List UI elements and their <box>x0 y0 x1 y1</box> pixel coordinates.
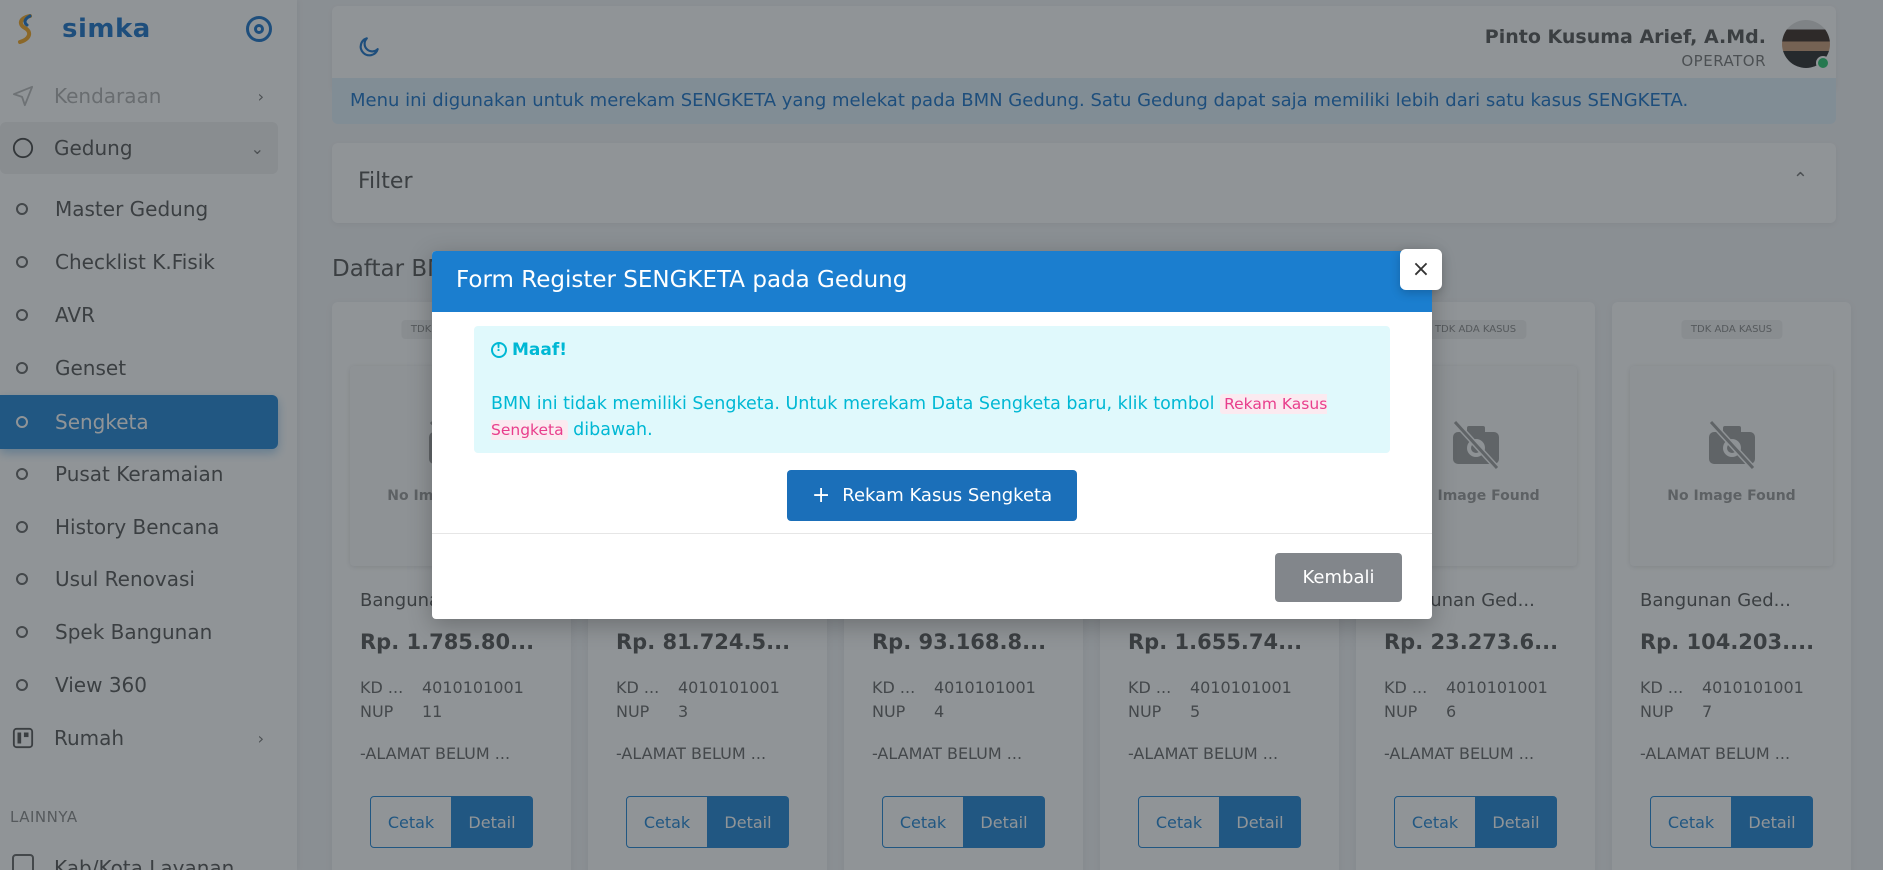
rekam-kasus-sengketa-button[interactable]: + Rekam Kasus Sengketa <box>787 470 1077 521</box>
alert-circle-icon <box>491 341 507 358</box>
sengketa-modal: Form Register SENGKETA pada Gedung Maaf!… <box>432 251 1432 619</box>
alert-body: BMN ini tidak memiliki Sengketa. Untuk m… <box>491 391 1375 443</box>
modal-title: Form Register SENGKETA pada Gedung <box>456 267 908 293</box>
alert-title: Maaf! <box>512 340 568 360</box>
close-icon[interactable]: × <box>1400 249 1442 290</box>
kembali-button[interactable]: Kembali <box>1275 553 1402 602</box>
alert-text: BMN ini tidak memiliki Sengketa. Untuk m… <box>491 394 1221 414</box>
alert-text: dibawah. <box>567 420 653 440</box>
button-label: Rekam Kasus Sengketa <box>842 485 1053 506</box>
plus-icon: + <box>811 483 831 508</box>
divider <box>432 533 1432 534</box>
warning-alert: Maaf! BMN ini tidak memiliki Sengketa. U… <box>474 326 1390 453</box>
modal-header: Form Register SENGKETA pada Gedung <box>432 251 1432 312</box>
